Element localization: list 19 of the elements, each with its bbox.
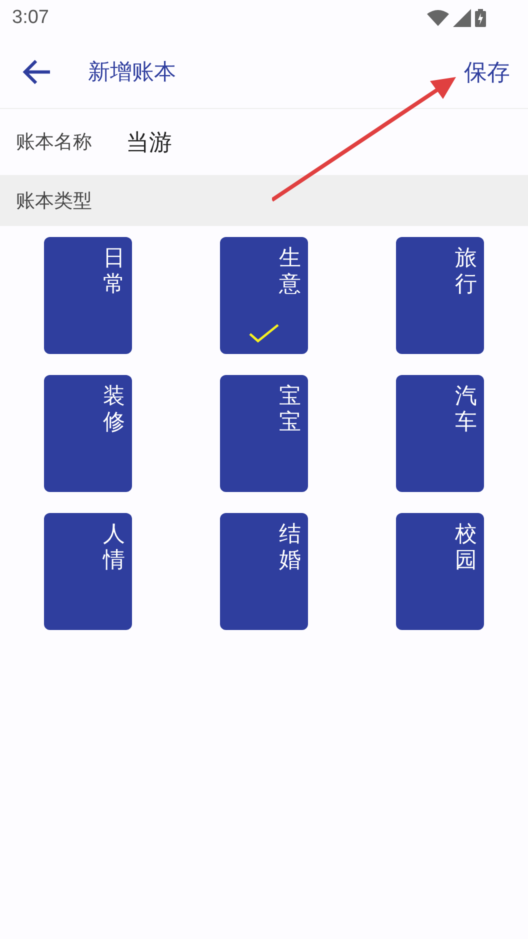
book-type-card[interactable]: 校园: [396, 513, 484, 630]
signal-icon: [453, 9, 471, 27]
page-title: 新增账本: [88, 59, 177, 87]
book-type-card[interactable]: 生意: [220, 237, 308, 354]
book-type-card[interactable]: 旅行: [396, 237, 484, 354]
section-header: 账本类型: [0, 175, 528, 226]
status-time: 3:07: [12, 7, 49, 29]
book-type-card[interactable]: 日常: [44, 237, 132, 354]
book-type-card[interactable]: 人情: [44, 513, 132, 630]
battery-icon: [475, 9, 486, 27]
wifi-icon: [427, 10, 449, 26]
book-type-card[interactable]: 结婚: [220, 513, 308, 630]
back-arrow-icon[interactable]: [22, 59, 52, 85]
book-type-card[interactable]: 宝宝: [220, 375, 308, 492]
field-label: 账本名称: [16, 130, 93, 155]
book-type-card[interactable]: 装修: [44, 375, 132, 492]
book-type-card[interactable]: 汽车: [396, 375, 484, 492]
name-input-field[interactable]: 当游: [126, 129, 326, 155]
save-button[interactable]: 保存: [464, 56, 510, 88]
